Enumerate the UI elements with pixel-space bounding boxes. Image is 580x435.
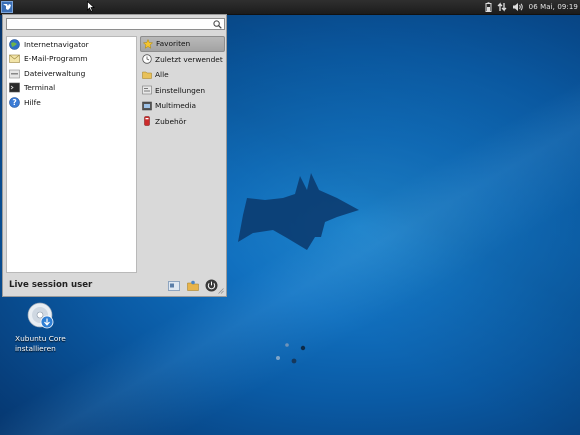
favorite-label: Dateiverwaltung xyxy=(24,68,86,78)
lock-screen-icon xyxy=(186,280,199,291)
folder-icon xyxy=(142,70,152,80)
desktop-icon-install[interactable]: Xubuntu Core installieren xyxy=(12,302,70,353)
multimedia-icon xyxy=(142,101,152,111)
svg-text:?: ? xyxy=(12,98,16,107)
volume-icon[interactable] xyxy=(512,2,524,12)
clock-icon xyxy=(142,54,152,64)
favorite-item-terminal[interactable]: Terminal xyxy=(7,81,136,96)
panel-tray: 06 Mai, 09:19 xyxy=(485,0,578,14)
mail-icon xyxy=(9,53,20,64)
whisker-menu: Internetnavigator E-Mail-Programm Dateiv… xyxy=(2,14,227,297)
category-label: Alle xyxy=(155,70,169,80)
loading-spinner xyxy=(276,343,306,364)
favorite-item-file-manager[interactable]: Dateiverwaltung xyxy=(7,66,136,81)
applications-menu-button[interactable] xyxy=(1,1,13,13)
favorite-item-mail[interactable]: E-Mail-Programm xyxy=(7,52,136,67)
installer-disc-icon xyxy=(27,302,54,329)
category-label: Zubehör xyxy=(155,116,187,126)
desktop-icon-label-line2: installieren xyxy=(15,343,56,353)
terminal-icon xyxy=(9,82,20,93)
star-icon xyxy=(143,38,153,49)
favorites-list: Internetnavigator E-Mail-Programm Dateiv… xyxy=(6,36,137,273)
file-manager-icon xyxy=(9,68,20,79)
settings-icon xyxy=(142,85,152,95)
network-icon[interactable] xyxy=(497,2,507,12)
xfce-mouse-logo xyxy=(227,173,359,250)
power-button[interactable] xyxy=(205,279,218,292)
category-all[interactable]: Alle xyxy=(140,67,225,83)
favorite-item-web-browser[interactable]: Internetnavigator xyxy=(7,37,136,52)
web-browser-icon xyxy=(9,38,20,50)
search-icon xyxy=(213,20,222,29)
accessories-icon xyxy=(142,116,152,126)
mouse-pointer-icon xyxy=(87,1,95,12)
category-multimedia[interactable]: Multimedia xyxy=(140,98,225,114)
help-icon: ? xyxy=(9,96,20,108)
settings-manager-icon xyxy=(167,280,180,291)
favorite-label: Hilfe xyxy=(24,97,41,107)
favorite-label: Terminal xyxy=(24,83,56,93)
user-name: Live session user xyxy=(9,280,93,290)
menu-action-buttons xyxy=(167,279,218,292)
category-label: Einstellungen xyxy=(155,85,206,95)
category-label: Zuletzt verwendet xyxy=(155,54,223,64)
category-settings[interactable]: Einstellungen xyxy=(140,83,225,99)
category-favorites[interactable]: Favoriten xyxy=(140,36,225,52)
xfce-logo-icon xyxy=(3,4,11,10)
battery-icon[interactable] xyxy=(485,2,492,12)
desktop-icon-label: Xubuntu Core installieren xyxy=(12,334,70,353)
category-recent[interactable]: Zuletzt verwendet xyxy=(140,52,225,68)
resize-grip-icon[interactable] xyxy=(218,288,224,294)
favorite-item-help[interactable]: ? Hilfe xyxy=(7,95,136,110)
lock-screen-button[interactable] xyxy=(186,279,199,292)
favorite-label: Internetnavigator xyxy=(24,39,89,49)
category-label: Favoriten xyxy=(156,39,191,49)
category-list: Favoriten Zuletzt verwendet Alle Einstel… xyxy=(140,36,225,129)
settings-manager-button[interactable] xyxy=(167,279,180,292)
desktop-icon-label-line1: Xubuntu Core xyxy=(15,334,66,343)
power-icon xyxy=(205,279,218,292)
category-accessories[interactable]: Zubehör xyxy=(140,114,225,130)
favorite-label: E-Mail-Programm xyxy=(24,54,88,64)
panel-clock[interactable]: 06 Mai, 09:19 xyxy=(529,3,578,11)
category-label: Multimedia xyxy=(155,101,197,111)
search-field[interactable] xyxy=(6,18,225,30)
